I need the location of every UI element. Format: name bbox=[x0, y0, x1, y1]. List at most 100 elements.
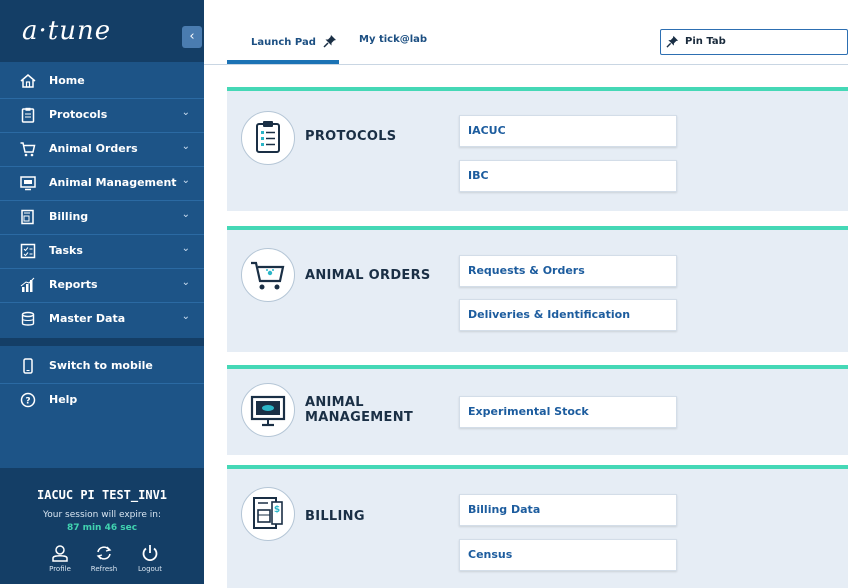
section-title: BILLING bbox=[305, 509, 365, 524]
section-title: ANIMAL MANAGEMENT bbox=[305, 395, 413, 425]
monitor-icon bbox=[250, 395, 286, 427]
chevron-down-icon: ⌄ bbox=[181, 107, 190, 118]
link-label: Billing Data bbox=[468, 503, 541, 516]
cart-icon bbox=[20, 142, 36, 157]
sidebar-item-label: Animal Management bbox=[49, 176, 177, 189]
link-deliveries-identification[interactable]: Deliveries & Identification bbox=[459, 299, 677, 331]
sidebar-item-billing[interactable]: Billing ⌄ bbox=[0, 201, 204, 233]
sidebar-item-home[interactable]: Home bbox=[0, 65, 204, 97]
link-label: Experimental Stock bbox=[468, 405, 589, 418]
sidebar-item-protocols[interactable]: Protocols ⌄ bbox=[0, 99, 204, 131]
chevron-down-icon: ⌄ bbox=[181, 243, 190, 254]
tasks-icon bbox=[20, 243, 36, 259]
active-tab-indicator bbox=[227, 60, 339, 64]
invoice-icon: $ bbox=[253, 497, 283, 529]
profile-label: Profile bbox=[49, 565, 71, 573]
section-card-protocols: PROTOCOLS IACUC IBC bbox=[227, 87, 848, 211]
sidebar-extra-nav: Switch to mobile ? Help bbox=[0, 346, 204, 430]
launch-pad-content: PROTOCOLS IACUC IBC ANIMAL ORDERS Reques… bbox=[204, 65, 848, 588]
sidebar-item-master-data[interactable]: Master Data ⌄ bbox=[0, 303, 204, 335]
pin-icon bbox=[666, 35, 679, 48]
section-icon-circle bbox=[241, 383, 295, 437]
sidebar-item-label: Switch to mobile bbox=[49, 359, 153, 372]
sidebar-nav: Home Protocols ⌄ Animal Orders ⌄ Animal … bbox=[0, 62, 204, 338]
svg-text:$: $ bbox=[274, 505, 280, 515]
monitor-icon bbox=[20, 176, 36, 191]
sidebar-item-switch-to-mobile[interactable]: Switch to mobile bbox=[0, 350, 204, 382]
profile-button[interactable]: Profile bbox=[40, 544, 80, 573]
sidebar-collapse-button[interactable]: ‹ bbox=[182, 26, 202, 48]
link-label: Requests & Orders bbox=[468, 264, 585, 277]
power-icon bbox=[142, 545, 158, 562]
chart-icon bbox=[20, 277, 35, 292]
link-label: IBC bbox=[468, 169, 489, 182]
pin-tab-button[interactable]: Pin Tab bbox=[660, 29, 848, 55]
link-requests-orders[interactable]: Requests & Orders bbox=[459, 255, 677, 287]
section-title-line-2: MANAGEMENT bbox=[305, 410, 414, 425]
chevron-down-icon: ⌄ bbox=[181, 175, 190, 186]
refresh-icon bbox=[96, 546, 112, 560]
home-icon bbox=[20, 74, 36, 88]
sidebar-item-animal-orders[interactable]: Animal Orders ⌄ bbox=[0, 133, 204, 165]
sidebar-item-tasks[interactable]: Tasks ⌄ bbox=[0, 235, 204, 267]
link-experimental-stock[interactable]: Experimental Stock bbox=[459, 396, 677, 428]
section-title: ANIMAL ORDERS bbox=[305, 268, 431, 283]
user-icon bbox=[52, 545, 68, 562]
sidebar-item-label: Billing bbox=[49, 210, 89, 223]
app-logo[interactable]: a·tune bbox=[22, 16, 111, 46]
database-icon bbox=[21, 311, 35, 326]
sidebar-spacer bbox=[0, 430, 204, 468]
link-label: Census bbox=[468, 548, 513, 561]
session-timer: 87 min 46 sec bbox=[66, 523, 138, 533]
chevron-down-icon: ⌄ bbox=[181, 277, 190, 288]
chevron-left-icon: ‹ bbox=[189, 29, 195, 44]
sidebar-item-reports[interactable]: Reports ⌄ bbox=[0, 269, 204, 301]
logo-bar: a·tune ‹ bbox=[0, 0, 204, 62]
link-label: Deliveries & Identification bbox=[468, 308, 631, 321]
sidebar-item-animal-management[interactable]: Animal Management ⌄ bbox=[0, 167, 204, 199]
logout-label: Logout bbox=[138, 565, 162, 573]
section-icon-circle: $ bbox=[241, 487, 295, 541]
mobile-icon bbox=[23, 358, 33, 374]
sidebar-item-label: Animal Orders bbox=[49, 142, 138, 155]
section-card-animal-management: ANIMAL MANAGEMENT Experimental Stock bbox=[227, 365, 848, 455]
chevron-down-icon: ⌄ bbox=[181, 311, 190, 322]
cart-icon bbox=[251, 261, 285, 290]
sidebar-item-label: Master Data bbox=[49, 312, 126, 325]
sidebar-item-label: Home bbox=[49, 74, 85, 87]
svg-text:?: ? bbox=[25, 397, 30, 407]
section-title: PROTOCOLS bbox=[305, 129, 397, 144]
link-billing-data[interactable]: Billing Data bbox=[459, 494, 677, 526]
link-label: IACUC bbox=[468, 124, 506, 137]
section-card-animal-orders: ANIMAL ORDERS Requests & Orders Deliveri… bbox=[227, 226, 848, 352]
section-icon-circle bbox=[241, 111, 295, 165]
logout-button[interactable]: Logout bbox=[130, 544, 170, 573]
pin-tab-label: Pin Tab bbox=[685, 36, 726, 47]
link-ibc[interactable]: IBC bbox=[459, 160, 677, 192]
sidebar-item-label: Help bbox=[49, 393, 78, 406]
sidebar-item-label: Reports bbox=[49, 278, 98, 291]
session-expiry-text: Your session will expire in: bbox=[42, 510, 162, 520]
refresh-button[interactable]: Refresh bbox=[84, 544, 124, 573]
chevron-down-icon: ⌄ bbox=[181, 141, 190, 152]
link-census[interactable]: Census bbox=[459, 539, 677, 571]
clipboard-icon bbox=[256, 121, 280, 153]
section-icon-circle bbox=[241, 248, 295, 302]
section-title-line-1: ANIMAL bbox=[305, 395, 364, 410]
tab-label: Launch Pad bbox=[251, 37, 316, 48]
user-panel: IACUC PI TEST_INV1 Your session will exp… bbox=[0, 468, 204, 584]
tab-launch-pad[interactable]: Launch Pad bbox=[251, 34, 337, 48]
sidebar: a·tune ‹ Home Protocols ⌄ Animal Orders … bbox=[0, 0, 204, 584]
pin-icon bbox=[323, 35, 337, 48]
clipboard-icon bbox=[21, 107, 35, 123]
top-bar: Launch Pad My tick@lab Pin Tab bbox=[204, 0, 848, 65]
refresh-label: Refresh bbox=[90, 565, 118, 573]
sidebar-item-help[interactable]: ? Help bbox=[0, 384, 204, 416]
tab-my-ticklab[interactable]: My tick@lab bbox=[359, 34, 427, 45]
sidebar-item-label: Protocols bbox=[49, 108, 108, 121]
chevron-down-icon: ⌄ bbox=[181, 209, 190, 220]
tab-label: My tick@lab bbox=[359, 34, 428, 45]
sidebar-item-label: Tasks bbox=[49, 244, 83, 257]
user-name: IACUC PI TEST_INV1 bbox=[36, 488, 168, 502]
link-iacuc[interactable]: IACUC bbox=[459, 115, 677, 147]
